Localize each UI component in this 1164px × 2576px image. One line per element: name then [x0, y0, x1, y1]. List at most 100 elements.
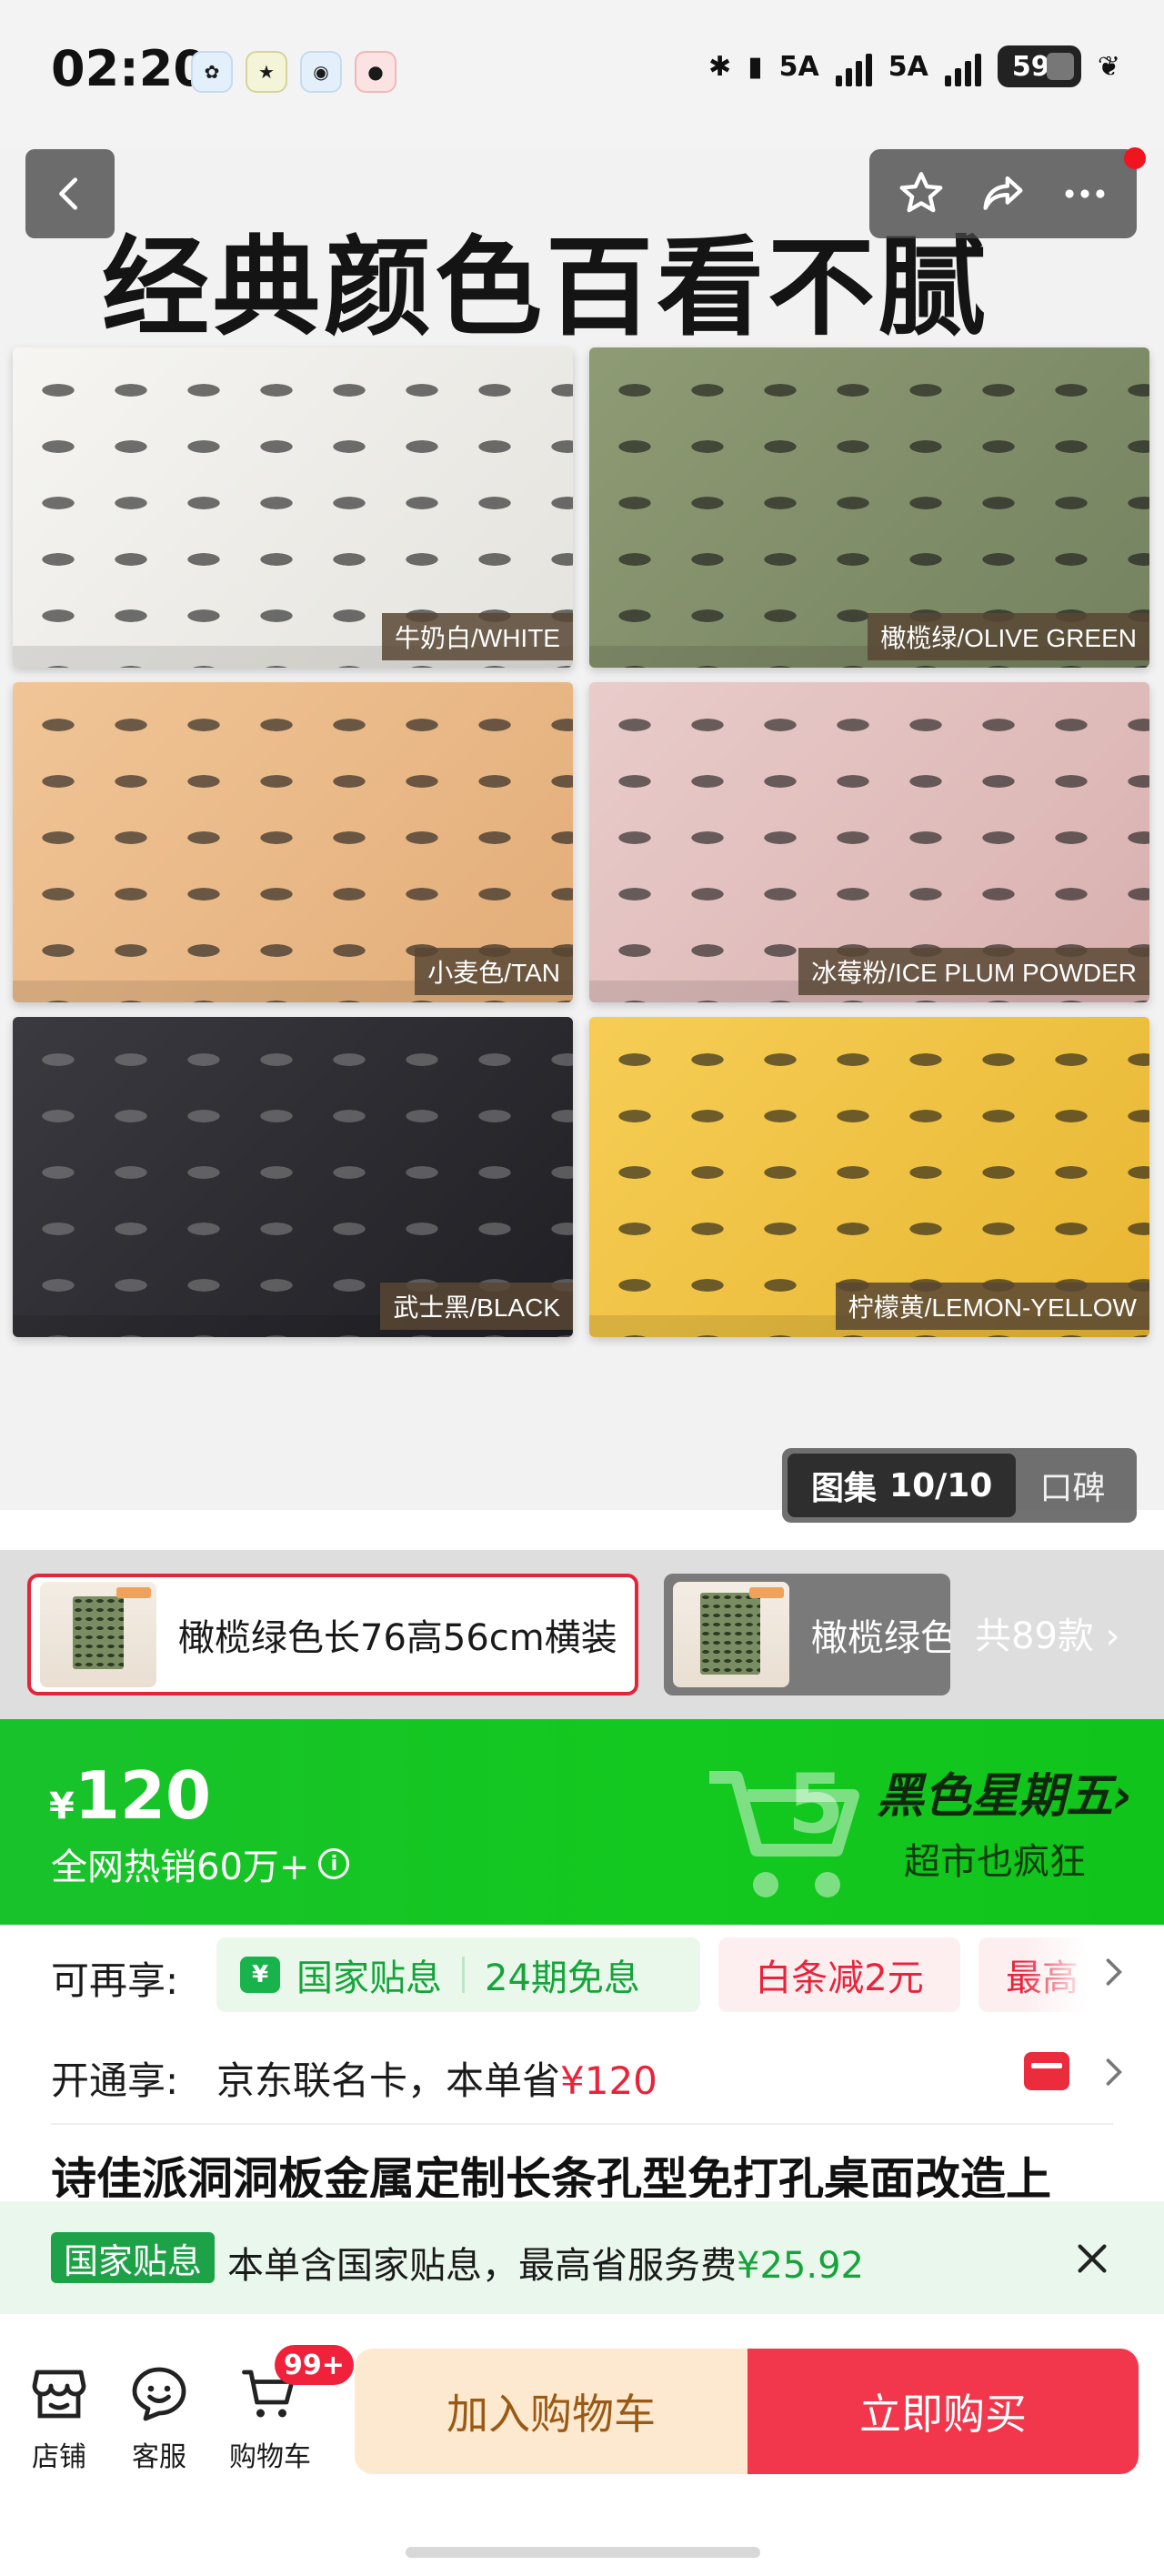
store-icon — [32, 2370, 86, 2419]
variant-count-label: 共89款 — [975, 1615, 1094, 1657]
co-brand-desc: 京东联名卡，本单省 — [216, 2058, 561, 2103]
color-swatch-olive-green: 橄榄绿/OLIVE GREEN — [589, 347, 1149, 668]
promo-title-text: 黑色星期五 — [877, 1769, 1114, 1824]
bottom-action-bar: 店铺 客服 99+ 购物车 加入购物车 立即购买 — [0, 2314, 1164, 2576]
notification-dot — [1124, 147, 1146, 169]
signal-icon — [944, 46, 981, 86]
cart-label: 购物车 — [229, 2441, 311, 2473]
price: ¥120 — [49, 1757, 211, 1834]
swatch-label: 牛奶白/WHITE — [382, 613, 573, 660]
leaf-icon: ❦ — [1097, 50, 1120, 83]
divider — [51, 2123, 1113, 2125]
home-indicator[interactable] — [406, 2547, 760, 2558]
price-value: 120 — [74, 1757, 212, 1834]
shop-label: 店铺 — [32, 2441, 86, 2473]
more-offers-chip[interactable]: 最高 — [978, 1937, 1088, 2012]
subsidy-notice: 国家贴息 本单含国家贴息，最高省服务费¥25.92 — [0, 2201, 1164, 2314]
chevron-right-icon: › — [1105, 1615, 1120, 1657]
benefits-label: 可再享: — [51, 1958, 179, 2003]
chat-smile-icon — [132, 2367, 186, 2421]
tab-album[interactable]: 图集 10/10 — [788, 1454, 1017, 1517]
variant-label: 橄榄绿色 — [811, 1617, 950, 1659]
currency-symbol: ¥ — [49, 1786, 75, 1827]
promo-title[interactable]: 黑色星期五› — [877, 1757, 1132, 1826]
chevron-right-icon — [1106, 1958, 1122, 1986]
swatch-label: 冰莓粉/ICE PLUM POWDER — [798, 948, 1149, 995]
status-time: 02:20 — [51, 40, 207, 97]
status-app-icons: ✿ ★ ◉ ● — [191, 51, 396, 93]
back-button[interactable] — [25, 149, 115, 238]
shop-button[interactable]: 店铺 — [9, 2361, 109, 2474]
all-variants-link[interactable]: 共89款 › — [975, 1606, 1120, 1659]
subsidy-text: 国家贴息 — [296, 1957, 442, 1999]
product-image[interactable]: 经典颜色百看不腻 牛奶白/WHITE 橄榄绿/OLIVE GREEN 小麦色/T… — [0, 146, 1164, 1510]
swatch-label: 小麦色/TAN — [415, 948, 573, 995]
share-icon — [983, 176, 1023, 210]
swatch-label: 柠檬黄/LEMON-YELLOW — [835, 1283, 1149, 1330]
co-brand-label: 开通享: — [51, 2058, 179, 2103]
bluetooth-icon: ✱ — [708, 50, 732, 83]
service-label: 客服 — [132, 2441, 186, 2473]
variant-selector: 橄榄绿色长76高56cm横装 橄榄绿色 共89款 › — [0, 1550, 1164, 1719]
more-icon — [1065, 189, 1105, 198]
baitiao-chip[interactable]: 白条减2元 — [718, 1937, 960, 2012]
favorite-button[interactable] — [888, 161, 954, 226]
color-swatch-black: 武士黑/BLACK — [13, 1017, 573, 1337]
status-indicators: ✱ ▮ 5A 5A 59 ❦ — [708, 45, 1120, 87]
cart-badge: 99+ — [275, 2345, 354, 2385]
customer-service-button[interactable]: 客服 — [109, 2361, 209, 2474]
variant-label: 橄榄绿色长76高56cm横装 — [178, 1617, 617, 1659]
vibrate-icon: ▮ — [748, 50, 763, 83]
chevron-right-icon: › — [1113, 1769, 1133, 1824]
variant-option-selected[interactable]: 橄榄绿色长76高56cm横装 — [27, 1574, 638, 1696]
network-label: 5A — [888, 50, 928, 83]
subsidy-icon: ¥ — [240, 1957, 280, 1993]
subsidy-chip[interactable]: ¥ 国家贴息 24期免息 — [216, 1937, 700, 2012]
color-swatch-white: 牛奶白/WHITE — [13, 347, 573, 668]
battery-icon: 59 — [997, 45, 1081, 87]
color-swatch-lemon-yellow: 柠檬黄/LEMON-YELLOW — [589, 1017, 1149, 1337]
signal-icon — [835, 46, 872, 86]
co-brand-text: 京东联名卡，本单省¥120 — [216, 2050, 657, 2106]
chevron-left-icon — [59, 177, 78, 210]
chevron-right-icon — [1106, 2058, 1122, 2086]
shopping-cart-promo-icon: 5 — [709, 1756, 859, 1897]
image-tab-switcher: 图集 10/10 口碑 — [782, 1448, 1137, 1523]
tab-reviews[interactable]: 口碑 — [1016, 1462, 1129, 1509]
add-to-cart-button[interactable]: 加入购物车 — [355, 2349, 748, 2474]
wallet-card-icon — [1024, 2052, 1069, 2090]
swatch-label: 武士黑/BLACK — [380, 1283, 573, 1330]
notice-text: 本单含国家贴息，最高省服务费¥25.92 — [227, 2236, 864, 2289]
sales-info[interactable]: 全网热销60万+ i — [51, 1837, 350, 1890]
notice-badge: 国家贴息 — [51, 2232, 216, 2283]
color-swatch-ice-plum: 冰莓粉/ICE PLUM POWDER — [589, 682, 1149, 1002]
share-button[interactable] — [970, 161, 1036, 226]
network-label: 5A — [778, 50, 819, 83]
variant-option[interactable]: 橄榄绿色 — [664, 1574, 950, 1696]
product-title: 诗佳派洞洞板金属定制长条孔型免打孔桌面改造上 — [51, 2153, 1051, 2198]
album-label: 图集 — [811, 1470, 878, 1507]
battery-level: 59 — [1011, 50, 1050, 83]
swatch-label: 橄榄绿/OLIVE GREEN — [868, 613, 1149, 660]
app-notification-icon: ● — [355, 51, 396, 93]
promo-subtitle: 超市也疯狂 — [904, 1841, 1086, 1883]
top-action-group — [869, 149, 1137, 238]
variant-thumbnail — [673, 1582, 789, 1687]
cart-button[interactable]: 99+ 购物车 — [220, 2345, 354, 2474]
star-icon — [899, 172, 943, 213]
status-bar: 02:20 ✿ ★ ◉ ● ✱ ▮ 5A 5A 59 ❦ — [0, 0, 1164, 146]
sales-text: 全网热销60万+ — [51, 1846, 310, 1888]
more-button[interactable] — [1052, 161, 1118, 226]
app-notification-icon: ◉ — [300, 51, 342, 93]
app-notification-icon: ✿ — [191, 51, 233, 93]
co-brand-amount: ¥120 — [560, 2058, 657, 2103]
buy-now-button[interactable]: 立即购买 — [748, 2349, 1139, 2474]
benefits-row[interactable]: 可再享: ¥ 国家贴息 24期免息 白条减2元 最高 — [0, 1925, 1164, 2021]
co-brand-card-row[interactable]: 开通享: 京东联名卡，本单省¥120 — [0, 2025, 1164, 2121]
price-banner: ¥120 全网热销60万+ i 5 黑色星期五› 超市也疯狂 — [0, 1719, 1164, 1925]
svg-text:5: 5 — [788, 1756, 845, 1852]
info-icon: i — [318, 1848, 350, 1879]
installment-text: 24期免息 — [485, 1957, 640, 1999]
notice-desc: 本单含国家贴息，最高省服务费 — [227, 2245, 737, 2287]
close-icon[interactable] — [1071, 2238, 1113, 2279]
